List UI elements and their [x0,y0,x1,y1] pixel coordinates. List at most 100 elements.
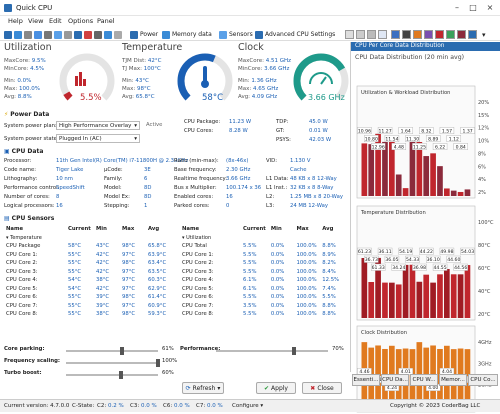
toolbar-dropdown-icon[interactable]: ▾ [482,31,486,39]
power-state-select[interactable]: Plugged In (AC) ▾ [56,134,140,143]
menu-edit[interactable]: Edit [49,17,62,25]
sensor-column-header[interactable]: Min [96,225,122,234]
frequency-scaling-slider[interactable] [66,359,160,367]
sensor-cell: CPU Total [182,243,207,250]
cpu-info-row: Model: 8D [104,185,151,191]
chart-data-label: 36.73 [365,257,378,263]
toolbar-icon-group[interactable] [4,29,122,40]
menu-help[interactable]: Help [8,17,23,25]
minimize-button[interactable]: – [452,3,462,13]
sensor-cell: 100.0% [296,260,317,267]
sensor-cell: 55°C [68,311,82,318]
cpu-info-label: Processor: [4,158,32,164]
color-red[interactable] [435,30,444,39]
close-window-button[interactable]: × [485,3,495,13]
chart-ytick-label: 20°C [478,312,491,318]
chart-ytick-label: 4% [478,177,486,183]
power-button[interactable]: Power [130,29,158,40]
tab-cpu-workload[interactable]: CPU W... [410,374,438,386]
chart-bar [423,274,430,318]
sensor-cell: 65.8°C [148,243,167,250]
slider-thumb[interactable] [292,347,297,355]
tab-cpu-cores[interactable]: CPU Co... [468,374,498,386]
sensor-cell: 97°C [122,285,136,292]
swatch-1[interactable] [345,30,354,39]
apply-button[interactable]: ✔ Apply [256,382,296,394]
sensor-column-header[interactable]: Avg [322,225,348,234]
chart-bar [437,166,443,196]
sensor-column-header[interactable]: Name [182,225,243,234]
sensor-cell: 58°C [68,243,82,250]
performance-slider[interactable] [216,347,328,355]
sensor-cell: 8.8% [322,302,336,309]
cpu-info-value: 1.25 MB x 8 20-Way [290,194,343,200]
temp-max: 98°C [136,86,151,92]
sensor-column-header[interactable]: Max [296,225,322,234]
tab-cpu-data[interactable]: CPU Da... [381,374,409,386]
slider-thumb[interactable] [119,371,124,379]
frequency-scaling-value: 100% [162,358,178,364]
temperature-value: 58°C [202,93,224,103]
chart-data-label: 1.37 [462,128,472,134]
tdp-value: 45.0 W [309,119,328,125]
sensor-column-header[interactable]: Avg [148,225,174,234]
sensor-group-label[interactable]: ▾ Utilization [182,234,348,243]
sensor-column-header[interactable]: Current [68,225,96,234]
cpu-info-value: 100.174 x 36 [226,185,262,191]
chart-ytick-label: 40°C [478,289,491,295]
color-blue[interactable] [391,30,400,39]
sensor-cell: CPU Core 4: [182,277,214,284]
sensors-button[interactable]: Sensors [219,29,253,40]
menu-panel[interactable]: Panel [97,17,115,25]
maximize-button[interactable]: □ [468,3,478,13]
cpu-info-value: 48 KB x 8 12-Way [290,176,337,182]
cpu-info-value: 11th Gen Intel(R) Core(TM) i7-11800H @ 2… [56,158,189,164]
swatch-3[interactable] [367,30,376,39]
sensor-column-header[interactable]: Max [122,225,148,234]
sensor-group-label[interactable]: ▾ Temperature [6,234,174,243]
power-plan-select[interactable]: High Performance Overlay ▾ [56,121,140,130]
cpu-sensors-title: ▤ CPU Sensors [4,215,55,222]
menu-options[interactable]: Options [68,17,93,25]
chart-bar [395,174,402,196]
color-dark[interactable] [402,30,411,39]
memory-data-button[interactable]: Memory data [162,29,212,40]
tab-essentials[interactable]: Essenti... [352,374,380,386]
chart-data-label: 4.48 [394,144,404,150]
chart-ytick-label: 12% [478,126,489,132]
core-parking-slider[interactable] [66,347,158,355]
sensor-cell: 55°C [68,302,82,309]
chart-data-label: 8.89 [428,136,438,142]
tab-memory[interactable]: Memor... [439,374,467,386]
color-green[interactable] [446,30,455,39]
slider-thumb[interactable] [156,359,160,367]
sensor-column-header[interactable]: Current [243,225,271,234]
color-orange[interactable] [413,30,422,39]
sensor-cell: CPU Package [6,243,41,250]
advanced-cpu-settings-button[interactable]: Advanced CPU Settings [255,29,335,40]
chart-bar [464,189,471,196]
cpu-info-label: Parked cores: [174,203,210,209]
sensor-row: CPU Core 2: 55°C 42°C 98°C 63.4°C [6,259,174,268]
turbo-boost-slider[interactable] [66,371,158,379]
close-button[interactable]: ✖ Close [302,382,342,394]
configure-menu[interactable]: Configure ▾ [232,403,263,409]
swatch-2[interactable] [356,30,365,39]
cpu-info-row: L3: 24 MB 12-Way [266,203,328,209]
temperature-panel: Temperature TJM Dist: 42°C TJ Max: 100°C… [122,42,234,110]
refresh-button[interactable]: ⟳ Refresh ▾ [182,382,224,394]
color-purple[interactable] [424,30,433,39]
chart-view-button[interactable] [378,30,387,39]
cpu-info-row: Family: 6 [104,176,147,182]
sensor-cell: 5.5% [243,260,257,267]
sensor-cell: 98°C [122,243,136,250]
sensor-cell: 100.0% [296,251,317,258]
sensor-column-header[interactable]: Min [271,225,297,234]
color-navy[interactable] [468,30,477,39]
color-maroon[interactable] [457,30,466,39]
slider-thumb[interactable] [120,347,125,355]
sensor-cell: 0.0% [270,294,285,301]
sensor-cell: CPU Core 3: [182,268,214,275]
sensor-column-header[interactable]: Name [6,225,68,234]
menu-view[interactable]: View [28,17,43,25]
